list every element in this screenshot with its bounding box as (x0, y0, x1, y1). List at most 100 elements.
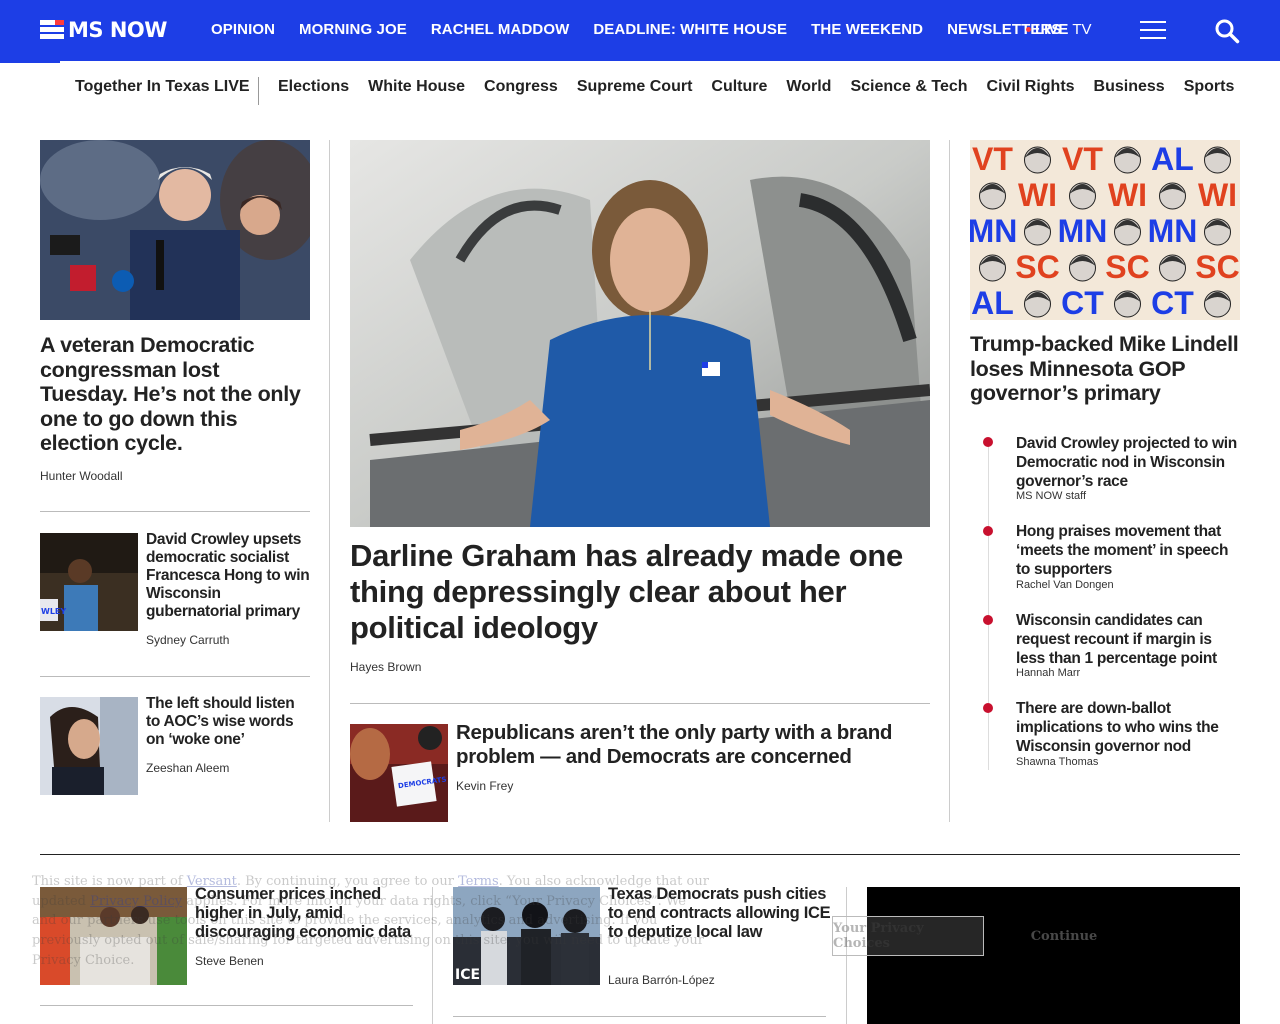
lead-center-image[interactable] (350, 140, 930, 527)
collage-portrait (1159, 254, 1186, 282)
section-divider (40, 854, 1240, 855)
collage-portrait (1114, 290, 1141, 318)
brand-name: MS NOW (68, 18, 167, 42)
privacy-text: applies. For more info on your data righ… (182, 893, 662, 909)
collage-state-label: CT (1151, 285, 1194, 320)
lead-right-image[interactable]: VT VT AL WI WI WI MN MN MN SC SC SC AL CT CT (970, 140, 1240, 320)
nav-underline (0, 61, 60, 63)
collage-portrait (1114, 146, 1141, 174)
nav-item-deadline-white-house[interactable]: DEADLINE: WHITE HOUSE (593, 21, 787, 38)
section-link-elections[interactable]: Elections (278, 78, 349, 96)
story-divider (40, 676, 310, 677)
live-tv-link[interactable]: LIVE TV (1026, 21, 1092, 38)
story-headline[interactable]: The left should listen to AOC’s wise wor… (146, 695, 312, 749)
collage-state-label: VT (972, 141, 1013, 177)
collage-state-label: AL (1151, 141, 1194, 177)
section-link-white-house[interactable]: White House (368, 78, 465, 96)
versant-link[interactable]: Versant (187, 874, 237, 889)
privacy-choices-button[interactable]: Your Privacy Choices (832, 916, 984, 956)
story-headline[interactable]: Republicans aren’t the only party with a… (456, 721, 926, 768)
list-item-author[interactable]: MS NOW staff (1016, 490, 1086, 502)
collage-state-label: WI (1018, 177, 1057, 213)
lead-left-headline[interactable]: A veteran Democratic congressman lost Tu… (40, 333, 312, 456)
collage-state-label: SC (1015, 249, 1059, 285)
story-image[interactable] (40, 697, 138, 795)
collage-portrait (1024, 218, 1051, 246)
lead-center-author[interactable]: Hayes Brown (350, 660, 421, 674)
timeline-line (988, 440, 989, 770)
collage-portrait (1204, 290, 1231, 318)
collage-state-label: SC (1195, 249, 1239, 285)
section-link-culture[interactable]: Culture (711, 78, 767, 96)
list-item-headline[interactable]: David Crowley projected to win Democrati… (1016, 434, 1244, 491)
story-author[interactable]: Sydney Carruth (146, 633, 229, 647)
story-headline[interactable]: David Crowley upsets democratic socialis… (146, 531, 312, 621)
svg-text:WLEY: WLEY (41, 607, 66, 616)
bullet-icon (983, 703, 993, 713)
story-author[interactable]: Laura Barrón-López (608, 973, 715, 987)
collage-state-label: MN (1148, 213, 1198, 249)
section-nav: Together In Texas LIVE Elections White H… (0, 77, 1280, 105)
section-link-supreme-court[interactable]: Supreme Court (577, 78, 693, 96)
live-dot-icon (1026, 27, 1031, 32)
lead-right-headline[interactable]: Trump-backed Mike Lindell loses Minnesot… (970, 332, 1242, 406)
collage-portrait (1114, 218, 1141, 246)
nav-item-the-weekend[interactable]: THE WEEKEND (811, 21, 923, 38)
list-item-author[interactable]: Rachel Van Dongen (1016, 579, 1114, 591)
section-link-civil-rights[interactable]: Civil Rights (987, 78, 1075, 96)
section-link-featured[interactable]: Together In Texas LIVE (75, 78, 250, 96)
search-icon[interactable] (1214, 18, 1240, 44)
story-author[interactable]: Zeeshan Aleem (146, 761, 229, 775)
logo-mark-icon (40, 20, 64, 40)
story-image[interactable]: WLEY (40, 533, 138, 631)
story-divider (40, 1005, 413, 1006)
story-image[interactable]: DEMOCRATS (350, 724, 448, 822)
section-link-science-tech[interactable]: Science & Tech (850, 78, 967, 96)
collage-state-label: MN (1058, 213, 1108, 249)
state-collage: VT VT AL WI WI WI MN MN MN SC SC SC AL CT CT (970, 140, 1240, 320)
collage-state-label: VT (1062, 141, 1103, 177)
section-link-world[interactable]: World (786, 78, 831, 96)
section-link-business[interactable]: Business (1094, 78, 1165, 96)
list-item-headline[interactable]: Hong praises movement that ‘meets the mo… (1016, 522, 1244, 579)
story-author[interactable]: Kevin Frey (456, 779, 513, 793)
section-divider (258, 77, 259, 105)
privacy-text: This site is now part of (32, 874, 187, 889)
list-item-author[interactable]: Shawna Thomas (1016, 756, 1098, 768)
column-divider (329, 140, 330, 822)
collage-state-label: SC (1105, 249, 1149, 285)
brand-logo[interactable]: MS NOW (40, 18, 167, 42)
live-label: LIVE (1035, 21, 1069, 38)
live-suffix: TV (1072, 21, 1092, 38)
top-nav-bar: MS NOW OPINION MORNING JOE RACHEL MADDOW… (0, 0, 1280, 61)
collage-portrait (1204, 218, 1231, 246)
section-link-sports[interactable]: Sports (1184, 78, 1235, 96)
privacy-notice: This site is now part of Versant. By con… (32, 872, 712, 971)
story-divider (40, 511, 310, 512)
collage-portrait (1024, 290, 1051, 318)
terms-link[interactable]: Terms (458, 874, 499, 889)
bullet-icon (983, 526, 993, 536)
nav-item-rachel-maddow[interactable]: RACHEL MADDOW (431, 21, 570, 38)
collage-portrait (1069, 182, 1096, 210)
collage-portrait (979, 182, 1006, 210)
collage-state-label: AL (971, 285, 1014, 320)
lead-center-headline[interactable]: Darline Graham has already made one thin… (350, 538, 930, 645)
collage-state-label: WI (1108, 177, 1147, 213)
privacy-text: . By continuing, you agree to our (236, 874, 459, 889)
lead-left-image[interactable] (40, 140, 310, 320)
privacy-policy-link[interactable]: Privacy Policy (90, 894, 182, 909)
continue-button[interactable]: Continue (1002, 916, 1126, 956)
section-link-congress[interactable]: Congress (484, 78, 558, 96)
list-item-headline[interactable]: Wisconsin candidates can request recount… (1016, 611, 1244, 668)
nav-item-opinion[interactable]: OPINION (211, 21, 275, 38)
collage-portrait (979, 254, 1006, 282)
lead-left-author[interactable]: Hunter Woodall (40, 469, 123, 483)
bullet-icon (983, 615, 993, 625)
menu-icon[interactable] (1140, 20, 1166, 40)
list-item-headline[interactable]: There are down-ballot implications to wh… (1016, 699, 1244, 756)
collage-portrait (1024, 146, 1051, 174)
list-item-author[interactable]: Hannah Marr (1016, 667, 1080, 679)
collage-state-label: WI (1198, 177, 1237, 213)
nav-item-morning-joe[interactable]: MORNING JOE (299, 21, 407, 38)
